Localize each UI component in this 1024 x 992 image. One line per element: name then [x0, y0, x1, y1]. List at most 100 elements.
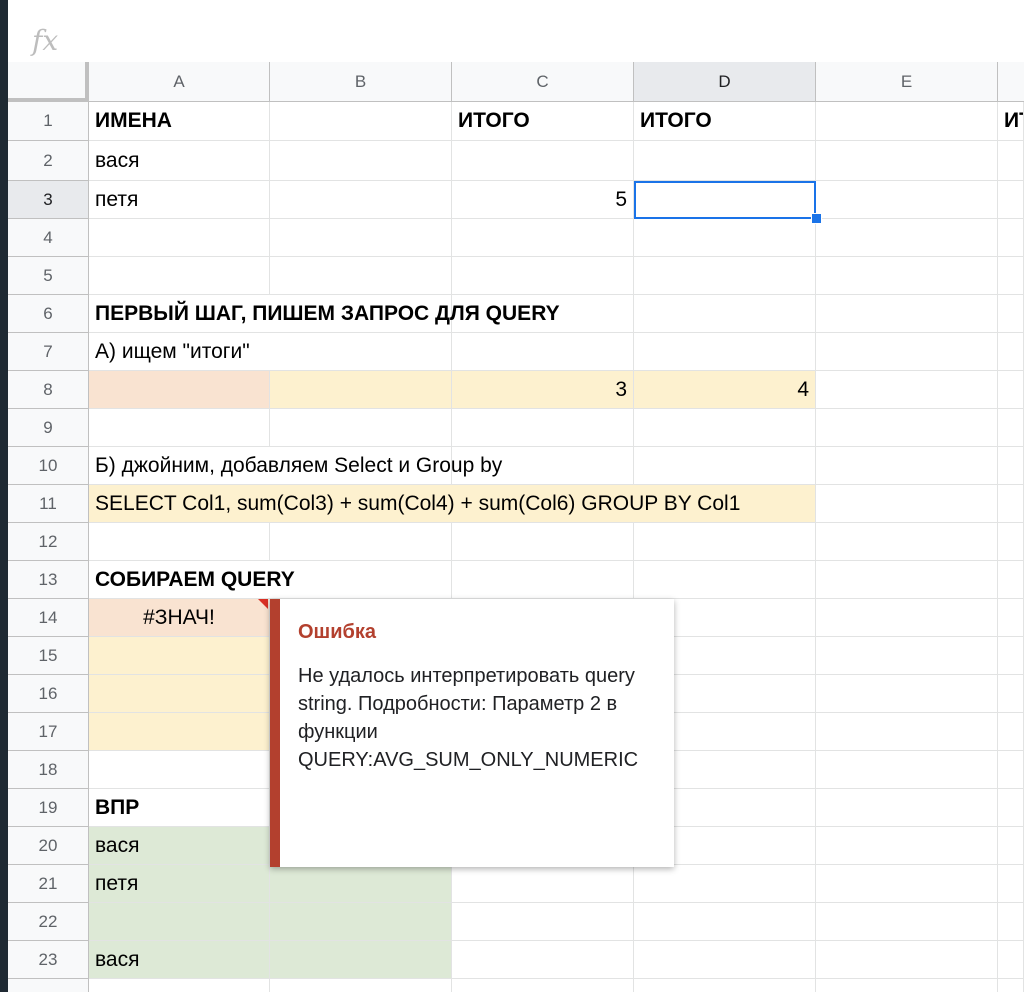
cell-f9[interactable] — [998, 409, 1024, 447]
row-header-1[interactable]: 1 — [8, 102, 89, 141]
cell-f10[interactable] — [998, 447, 1024, 485]
cell-f11[interactable] — [998, 485, 1024, 523]
column-header-f[interactable] — [998, 62, 1024, 102]
cell-f12[interactable] — [998, 523, 1024, 561]
cell-e9[interactable] — [816, 409, 998, 447]
cell-c2[interactable] — [452, 141, 634, 181]
cell-f3[interactable] — [998, 181, 1024, 219]
row-header-9[interactable]: 9 — [8, 409, 89, 447]
cell-c3[interactable]: 5 — [452, 181, 634, 219]
cell-c9[interactable] — [452, 409, 634, 447]
formula-input[interactable] — [88, 24, 992, 56]
cell-a24[interactable] — [89, 979, 270, 992]
cell-e10[interactable] — [816, 447, 998, 485]
cell-a18[interactable] — [89, 751, 270, 789]
cell-f13[interactable] — [998, 561, 1024, 599]
row-header-22[interactable]: 22 — [8, 903, 89, 941]
cell-a15[interactable] — [89, 637, 270, 675]
cell-a22[interactable] — [89, 903, 270, 941]
cell-b1[interactable] — [270, 102, 452, 141]
cell-e8[interactable] — [816, 371, 998, 409]
cell-f19[interactable] — [998, 789, 1024, 827]
cell-d8[interactable]: 4 — [634, 371, 816, 409]
cell-a13[interactable]: СОБИРАЕМ QUERY — [89, 561, 295, 599]
cell-c12[interactable] — [452, 523, 634, 561]
cell-d2[interactable] — [634, 141, 816, 181]
column-header-b[interactable]: B — [270, 62, 452, 102]
cell-b12[interactable] — [270, 523, 452, 561]
cell-a2[interactable]: вася — [89, 141, 270, 181]
row-header-7[interactable]: 7 — [8, 333, 89, 371]
cell-d21[interactable] — [634, 865, 816, 903]
cell-c4[interactable] — [452, 219, 634, 257]
cell-d7[interactable] — [634, 333, 816, 371]
cell-e23[interactable] — [816, 941, 998, 979]
cell-b23[interactable] — [270, 941, 452, 979]
cell-d22[interactable] — [634, 903, 816, 941]
cell-b21[interactable] — [270, 865, 452, 903]
cell-a11[interactable]: SELECT Col1, sum(Col3) + sum(Col4) + sum… — [89, 485, 816, 523]
cell-c24[interactable] — [452, 979, 634, 992]
cell-b7[interactable] — [270, 333, 452, 371]
cell-d5[interactable] — [634, 257, 816, 295]
cell-e4[interactable] — [816, 219, 998, 257]
cell-a5[interactable] — [89, 257, 270, 295]
row-header-3[interactable]: 3 — [8, 181, 89, 219]
cell-d6[interactable] — [634, 295, 816, 333]
cell-e5[interactable] — [816, 257, 998, 295]
cell-e21[interactable] — [816, 865, 998, 903]
cell-e14[interactable] — [816, 599, 998, 637]
cell-e18[interactable] — [816, 751, 998, 789]
row-header-4[interactable]: 4 — [8, 219, 89, 257]
cell-f14[interactable] — [998, 599, 1024, 637]
cell-c21[interactable] — [452, 865, 634, 903]
cell-d1[interactable]: ИТОГО — [634, 102, 816, 141]
row-header-11[interactable]: 11 — [8, 485, 89, 523]
cell-b13[interactable] — [270, 561, 452, 599]
cell-f2[interactable] — [998, 141, 1024, 181]
cell-f21[interactable] — [998, 865, 1024, 903]
cell-a6[interactable]: ПЕРВЫЙ ШАГ, ПИШЕМ ЗАПРОС ДЛЯ QUERY — [89, 295, 560, 333]
cell-e22[interactable] — [816, 903, 998, 941]
row-header-10[interactable]: 10 — [8, 447, 89, 485]
cell-e13[interactable] — [816, 561, 998, 599]
cell-f1[interactable]: ИТ — [998, 102, 1024, 141]
cell-e16[interactable] — [816, 675, 998, 713]
cell-f20[interactable] — [998, 827, 1024, 865]
cell-d23[interactable] — [634, 941, 816, 979]
row-header-15[interactable]: 15 — [8, 637, 89, 675]
cell-a20[interactable]: вася — [89, 827, 270, 865]
row-header-6[interactable]: 6 — [8, 295, 89, 333]
row-header-13[interactable]: 13 — [8, 561, 89, 599]
cell-a9[interactable] — [89, 409, 270, 447]
row-header-21[interactable]: 21 — [8, 865, 89, 903]
cell-a19[interactable]: ВПР — [89, 789, 270, 827]
row-header-2[interactable]: 2 — [8, 141, 89, 181]
row-header-8[interactable]: 8 — [8, 371, 89, 409]
cell-e3[interactable] — [816, 181, 998, 219]
cell-d10[interactable] — [634, 447, 816, 485]
column-header-a[interactable]: A — [89, 62, 270, 102]
cell-f16[interactable] — [998, 675, 1024, 713]
row-header-19[interactable]: 19 — [8, 789, 89, 827]
cell-b9[interactable] — [270, 409, 452, 447]
cell-f24[interactable] — [998, 979, 1024, 992]
cell-a23[interactable]: вася — [89, 941, 270, 979]
cell-f5[interactable] — [998, 257, 1024, 295]
cell-a12[interactable] — [89, 523, 270, 561]
cell-c13[interactable] — [452, 561, 634, 599]
cell-a14[interactable]: #ЗНАЧ! — [89, 599, 270, 637]
cell-f8[interactable] — [998, 371, 1024, 409]
column-header-d[interactable]: D — [634, 62, 816, 102]
cell-c1[interactable]: ИТОГО — [452, 102, 634, 141]
cell-e24[interactable] — [816, 979, 998, 992]
cell-b8[interactable] — [270, 371, 452, 409]
cell-c23[interactable] — [452, 941, 634, 979]
active-cell-selection[interactable] — [634, 181, 816, 219]
cell-b4[interactable] — [270, 219, 452, 257]
cell-f18[interactable] — [998, 751, 1024, 789]
cell-c7[interactable] — [452, 333, 634, 371]
cell-c22[interactable] — [452, 903, 634, 941]
cell-d12[interactable] — [634, 523, 816, 561]
cell-d4[interactable] — [634, 219, 816, 257]
